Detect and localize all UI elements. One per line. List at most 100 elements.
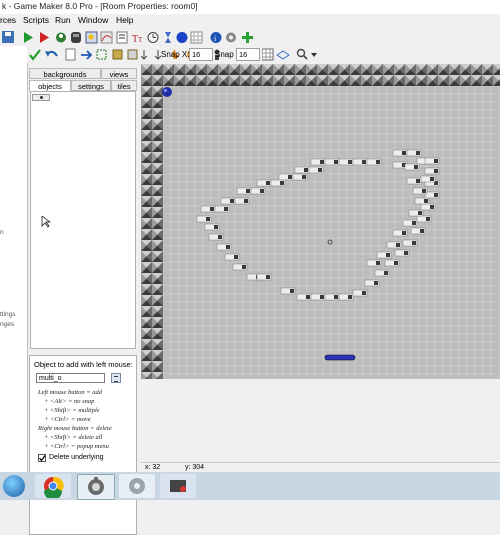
wall-block: [152, 119, 163, 130]
clear-icon[interactable]: [66, 49, 75, 60]
tab-tiles[interactable]: tiles: [111, 80, 137, 91]
unlock-icon[interactable]: [128, 50, 137, 59]
brick: [409, 210, 423, 216]
wall-block: [152, 328, 163, 339]
zoom-icon[interactable]: [298, 50, 308, 60]
brick: [293, 174, 307, 180]
brick: [353, 159, 367, 165]
wall-block: [152, 295, 163, 306]
brick: [325, 294, 339, 300]
wall-block: [383, 64, 394, 75]
wall-block: [141, 64, 152, 75]
play-icon[interactable]: [24, 32, 33, 43]
shift-grid-icon[interactable]: [97, 50, 106, 59]
save-icon[interactable]: [2, 31, 14, 43]
delete-underlying-label: Delete underlying: [49, 454, 103, 461]
menu-scripts[interactable]: Scripts: [23, 15, 49, 25]
utility-task[interactable]: [119, 474, 155, 498]
wall-block: [152, 130, 163, 141]
settings-icon[interactable]: [226, 33, 236, 43]
snap-x-input[interactable]: 16: [189, 48, 213, 61]
lock-icon[interactable]: [113, 50, 122, 59]
grid-toggle-icon[interactable]: [262, 49, 273, 60]
object-icon[interactable]: [165, 32, 171, 43]
wall-block: [251, 75, 262, 86]
wall-block: [152, 251, 163, 262]
extension-icon[interactable]: [242, 32, 253, 43]
menu-run[interactable]: Run: [55, 15, 71, 25]
debug-icon[interactable]: [40, 32, 49, 43]
game-info-icon[interactable]: i: [211, 32, 222, 43]
help-line-3: + <Shift> = multiple: [44, 407, 100, 414]
wall-block: [141, 273, 152, 284]
object-list-item[interactable]: [32, 94, 50, 101]
wall-block: [152, 240, 163, 251]
menu-icon: [114, 376, 118, 382]
wall-block: [141, 119, 152, 130]
help-line-7: + <Ctrl> = popup menu: [44, 443, 109, 450]
sort-x-icon[interactable]: [141, 50, 147, 59]
object-menu-button[interactable]: [111, 373, 121, 383]
wall-block: [174, 75, 185, 86]
help-line-6: + <Shift> = delete all: [44, 434, 102, 441]
brick: [395, 250, 409, 256]
timeline-icon[interactable]: [148, 33, 158, 43]
wall-block: [493, 75, 500, 86]
wall-block: [152, 64, 163, 75]
brick: [387, 242, 401, 248]
start-button[interactable]: [3, 475, 25, 497]
font-icon[interactable]: TT: [132, 34, 143, 45]
wall-block: [141, 350, 152, 361]
wall-block: [196, 64, 207, 75]
wall-block: [152, 141, 163, 152]
room-icon[interactable]: [177, 32, 188, 43]
path-icon[interactable]: [101, 32, 112, 43]
wall-block: [262, 64, 273, 75]
delete-underlying-checkbox[interactable]: [38, 454, 46, 462]
isometric-icon[interactable]: [277, 51, 289, 59]
script-icon[interactable]: [117, 32, 127, 43]
gamemaker-task[interactable]: [77, 474, 115, 500]
brick: [405, 164, 419, 170]
chrome-task[interactable]: [35, 474, 71, 498]
wall-block: [141, 317, 152, 328]
shift-icon[interactable]: [81, 51, 91, 59]
wall-block: [471, 64, 482, 75]
brick: [237, 188, 251, 194]
brick: [367, 159, 381, 165]
brick: [365, 280, 379, 286]
snap-y-input[interactable]: 16: [236, 48, 260, 61]
wall-block: [141, 284, 152, 295]
wall-block: [394, 75, 405, 86]
recorder-task[interactable]: [160, 474, 196, 498]
menu-window[interactable]: Window: [78, 15, 108, 25]
menu-resources[interactable]: rces: [0, 15, 16, 25]
tab-settings[interactable]: settings: [71, 80, 111, 91]
grid-icon[interactable]: [191, 32, 202, 43]
brick: [393, 150, 407, 156]
undo-icon[interactable]: [45, 51, 57, 57]
tab-views[interactable]: views: [101, 68, 137, 79]
wall-block: [328, 64, 339, 75]
object-name-field[interactable]: multi_o: [36, 373, 105, 383]
room-canvas[interactable]: [141, 64, 500, 379]
background-icon[interactable]: [86, 32, 97, 43]
brick: [281, 288, 295, 294]
wall-block: [350, 64, 361, 75]
menu-help[interactable]: Help: [116, 15, 133, 25]
sprite-icon[interactable]: [56, 33, 66, 43]
brick: [201, 206, 215, 212]
wall-block: [449, 75, 460, 86]
wall-block: [218, 64, 229, 75]
wall-block: [317, 75, 328, 86]
ok-check-icon[interactable]: [30, 50, 40, 59]
brick: [221, 198, 235, 204]
sound-icon[interactable]: [71, 32, 81, 43]
dropdown-icon[interactable]: [311, 53, 317, 57]
tab-backgrounds[interactable]: backgrounds: [29, 68, 101, 79]
brick: [257, 180, 271, 186]
wall-block: [416, 75, 427, 86]
brick: [415, 198, 429, 204]
tab-objects[interactable]: objects: [29, 80, 71, 91]
brick: [413, 188, 427, 194]
